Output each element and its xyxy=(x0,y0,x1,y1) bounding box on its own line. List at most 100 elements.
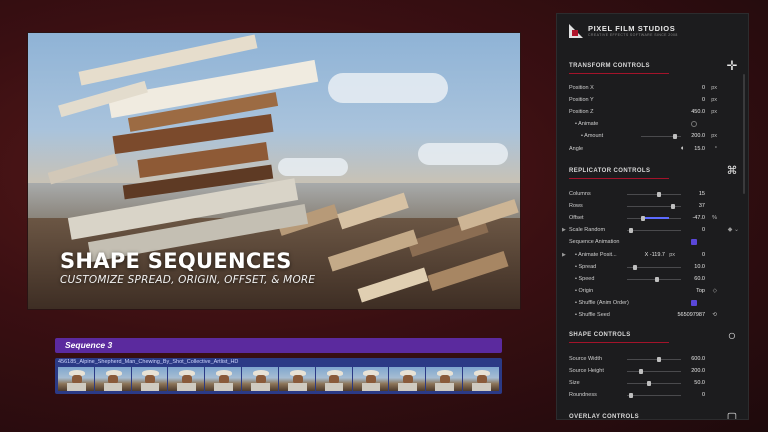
amount-slider[interactable] xyxy=(641,134,681,139)
roundness-slider[interactable] xyxy=(627,393,681,398)
shuffle-anim-order-row[interactable]: • Shuffle (Anim Order) xyxy=(569,298,739,308)
overlay-title: OVERLAY CONTROLS xyxy=(569,414,640,420)
replicator-icon: ⌘ xyxy=(726,165,738,177)
rows-row[interactable]: Rows 37 xyxy=(569,201,739,211)
animate-row[interactable]: • Animate xyxy=(569,119,739,129)
clip-thumbnail xyxy=(242,367,278,391)
source-width-row[interactable]: Source Width 600.0 xyxy=(569,354,739,364)
offset-slider[interactable] xyxy=(627,216,681,221)
row-label: • Spread xyxy=(575,264,597,270)
origin-select[interactable]: Top xyxy=(696,286,705,296)
speed-row[interactable]: • Speed 60.0 xyxy=(569,274,739,284)
clip-thumbnail xyxy=(94,367,131,391)
source-width-slider[interactable] xyxy=(627,357,681,362)
row-label: Size xyxy=(569,380,580,386)
position-z-row[interactable]: Position Z 450.0 px xyxy=(569,107,739,117)
source-height-row[interactable]: Source Height 200.0 xyxy=(569,366,739,376)
row-value[interactable]: -47.0 xyxy=(692,213,705,223)
row-label: Scale Random xyxy=(569,227,606,233)
replicator-section-header[interactable]: REPLICATOR CONTROLS ⌘ xyxy=(569,165,739,179)
row-value[interactable]: 15.0 xyxy=(694,144,705,154)
scale-random-row[interactable]: ▶ Scale Random 0 ◆ ⌄ xyxy=(562,225,739,235)
row-label: Rows xyxy=(569,203,583,209)
transform-section-header[interactable]: TRANSFORM CONTROLS ✛ xyxy=(569,59,739,74)
row-value[interactable]: 37 xyxy=(699,201,705,211)
shuffle-seed-row[interactable]: • Shuffle Seed 565097987 ⟲ xyxy=(569,310,739,320)
circle-shape-icon: ○ xyxy=(727,327,737,343)
row-value[interactable]: X -119.7 xyxy=(645,250,665,260)
shuffle-checkbox[interactable] xyxy=(691,300,697,306)
row-value[interactable]: 0 xyxy=(702,95,705,105)
row-value[interactable]: 0 xyxy=(702,83,705,93)
row-value[interactable]: 50.0 xyxy=(694,378,705,388)
row-value[interactable]: 0 xyxy=(702,225,705,235)
animate-position-row[interactable]: ▶ • Animate Posit... X -119.7 px 0 xyxy=(562,250,739,260)
clip-thumbnail xyxy=(278,367,315,391)
size-row[interactable]: Size 50.0 xyxy=(569,378,739,388)
brand-tagline: CREATIVE EFFECTS SOFTWARE SINCE 2008 xyxy=(588,33,678,37)
clip-track[interactable]: 456185_Alpine_Shepherd_Man_Chewing_By_Sh… xyxy=(55,358,502,394)
row-value-y[interactable]: 0 xyxy=(702,250,705,260)
reseed-icon[interactable]: ⟲ xyxy=(712,310,717,320)
select-arrows-icon[interactable]: ◇ xyxy=(713,286,717,296)
shape-section-header[interactable]: SHAPE CONTROLS ○ xyxy=(569,328,739,343)
spread-slider[interactable] xyxy=(627,265,681,270)
row-label: Source Width xyxy=(569,356,603,362)
animate-checkbox[interactable] xyxy=(691,121,697,127)
row-value[interactable]: 10.0 xyxy=(694,262,705,272)
panel-scrollbar[interactable] xyxy=(743,74,745,194)
overlay-section-header[interactable]: OVERLAY CONTROLS ▢ xyxy=(569,411,739,420)
spread-row[interactable]: • Spread 10.0 xyxy=(569,262,739,272)
row-unit: px xyxy=(711,133,717,139)
row-label: Roundness xyxy=(569,392,597,398)
row-value[interactable]: 200.0 xyxy=(691,131,705,141)
headline-subtitle: CUSTOMIZE SPREAD, ORIGIN, OFFSET, & MORE xyxy=(60,274,316,286)
row-value[interactable]: 15 xyxy=(699,189,705,199)
keyframe-diamond-icon[interactable]: ◆ ⌄ xyxy=(728,225,739,235)
row-unit: px xyxy=(711,97,717,103)
disclosure-triangle-icon[interactable]: ▶ xyxy=(562,250,566,260)
source-height-slider[interactable] xyxy=(627,369,681,374)
sequence-bar[interactable]: Sequence 3 xyxy=(55,338,502,353)
clip-thumbnail xyxy=(315,367,352,391)
row-value[interactable]: 0 xyxy=(702,390,705,400)
row-unit: % xyxy=(712,215,717,221)
clip-thumbnail xyxy=(131,367,168,391)
amount-row[interactable]: • Amount 200.0 px xyxy=(569,131,739,141)
columns-slider[interactable] xyxy=(627,192,681,197)
sequence-animation-checkbox[interactable] xyxy=(691,239,697,245)
disclosure-triangle-icon[interactable]: ▶ xyxy=(562,225,566,235)
angle-dial-icon[interactable]: ◐ xyxy=(681,144,685,154)
position-x-row[interactable]: Position X 0 px xyxy=(569,83,739,93)
columns-row[interactable]: Columns 15 xyxy=(569,189,739,199)
roundness-row[interactable]: Roundness 0 xyxy=(569,390,739,400)
inspector-panel: PIXEL FILM STUDIOS CREATIVE EFFECTS SOFT… xyxy=(556,13,749,420)
scale-random-slider[interactable] xyxy=(627,228,681,233)
row-value[interactable]: 200.0 xyxy=(691,366,705,376)
row-value[interactable]: 565097987 xyxy=(677,310,705,320)
row-value[interactable]: 600.0 xyxy=(691,354,705,364)
row-label: Angle xyxy=(569,146,584,152)
clip-thumbnail xyxy=(168,367,205,391)
sequence-animation-row[interactable]: Sequence Animation xyxy=(569,237,739,247)
clip-name: 456185_Alpine_Shepherd_Man_Chewing_By_Sh… xyxy=(58,359,239,365)
row-label: Offset xyxy=(569,215,584,221)
row-label: Sequence Animation xyxy=(569,239,620,245)
section-divider xyxy=(569,73,669,74)
brand-header: PIXEL FILM STUDIOS CREATIVE EFFECTS SOFT… xyxy=(569,24,678,44)
offset-row[interactable]: Offset -47.0 % xyxy=(569,213,739,223)
size-slider[interactable] xyxy=(627,381,681,386)
overlay-icon: ▢ xyxy=(726,411,738,420)
row-value[interactable]: 60.0 xyxy=(694,274,705,284)
row-unit: px xyxy=(669,252,675,258)
section-divider xyxy=(569,178,669,179)
row-value[interactable]: 450.0 xyxy=(691,107,705,117)
position-y-row[interactable]: Position Y 0 px xyxy=(569,95,739,105)
rows-slider[interactable] xyxy=(627,204,681,209)
origin-row[interactable]: • Origin Top ◇ xyxy=(569,286,739,296)
row-label: • Animate Posit... xyxy=(575,252,617,258)
replicator-title: REPLICATOR CONTROLS xyxy=(569,168,651,174)
angle-row[interactable]: Angle ◐ 15.0 ° xyxy=(569,144,739,154)
speed-slider[interactable] xyxy=(627,277,681,282)
clip-thumbnail xyxy=(426,367,463,391)
